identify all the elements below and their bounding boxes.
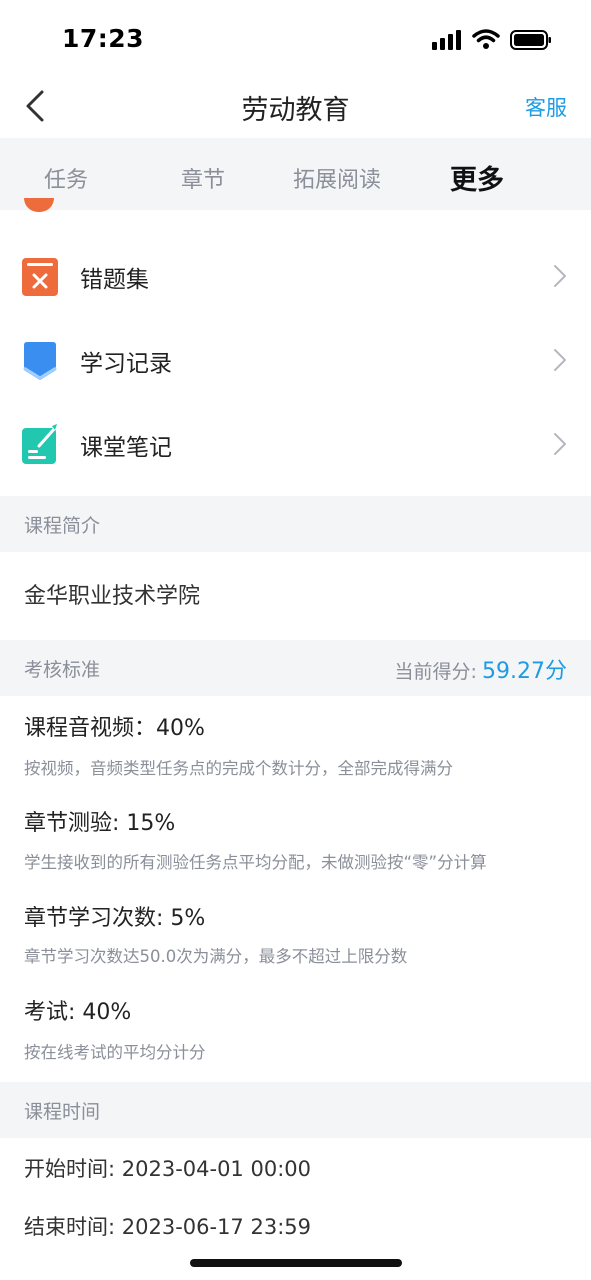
criterion-title: 章节学习次数: 5% (24, 906, 206, 931)
status-bar: 17:23 (0, 0, 591, 78)
tab-more[interactable]: 更多 (450, 158, 504, 197)
criterion-title: 课程音视频：40% (24, 716, 205, 741)
section-title: 课程简介 (24, 515, 101, 537)
chevron-right-icon (554, 349, 566, 371)
section-title: 课程时间 (24, 1101, 101, 1123)
menu-item-label: 错题集 (80, 267, 149, 293)
study-record-icon (23, 342, 57, 380)
tab-extended-reading[interactable]: 拓展阅读 (293, 162, 381, 194)
chevron-right-icon (554, 433, 566, 455)
course-intro-text: 金华职业技术学院 (24, 584, 201, 609)
criterion-desc: 按在线考试的平均分计分 (24, 1043, 206, 1062)
tab-bar: 任务 章节 拓展阅读 更多 (0, 138, 591, 210)
start-time: 开始时间: 2023-04-01 00:00 (24, 1157, 311, 1181)
wifi-icon (472, 29, 500, 49)
criterion-title: 考试: 40% (24, 1000, 132, 1025)
menu-item-label: 学习记录 (80, 351, 172, 377)
home-indicator (190, 1259, 402, 1267)
assessment-header: 考核标准 当前得分: 59.27分 (0, 640, 591, 696)
tab-tasks[interactable]: 任务 (44, 162, 88, 194)
class-notes-icon (22, 424, 57, 464)
menu-item-wrong-questions[interactable]: 错题集 (0, 234, 591, 318)
criterion-desc: 章节学习次数达50.0次为满分，最多不超过上限分数 (24, 947, 408, 966)
course-time-header: 课程时间 (0, 1082, 591, 1138)
customer-service-button[interactable]: 客服 (525, 92, 567, 122)
criterion-title: 章节测验: 15% (24, 811, 176, 836)
chevron-right-icon (554, 265, 566, 287)
section-title: 考核标准 (24, 659, 101, 681)
criterion-desc: 学生接收到的所有测验任务点平均分配，未做测验按“零”分计算 (24, 853, 487, 872)
wrong-questions-icon (22, 258, 58, 296)
score-label: 当前得分: (394, 661, 477, 683)
course-intro-header: 课程简介 (0, 496, 591, 552)
page-title: 劳动教育 (241, 95, 350, 126)
menu-item-class-notes[interactable]: 课堂笔记 (0, 402, 591, 486)
current-score: 当前得分: 59.27分 (395, 653, 567, 685)
end-time: 结束时间: 2023-06-17 23:59 (24, 1215, 311, 1239)
battery-icon (510, 30, 551, 50)
cellular-signal-icon (432, 30, 461, 50)
status-time: 17:23 (62, 24, 145, 53)
menu-item-study-record[interactable]: 学习记录 (0, 318, 591, 402)
criterion-desc: 按视频，音频类型任务点的完成个数计分，全部完成得满分 (24, 759, 453, 778)
tab-chapters[interactable]: 章节 (181, 162, 225, 194)
menu-item-label: 课堂笔记 (80, 435, 172, 461)
nav-bar: 劳动教育 客服 (0, 78, 591, 138)
score-value: 59.27分 (482, 659, 567, 684)
